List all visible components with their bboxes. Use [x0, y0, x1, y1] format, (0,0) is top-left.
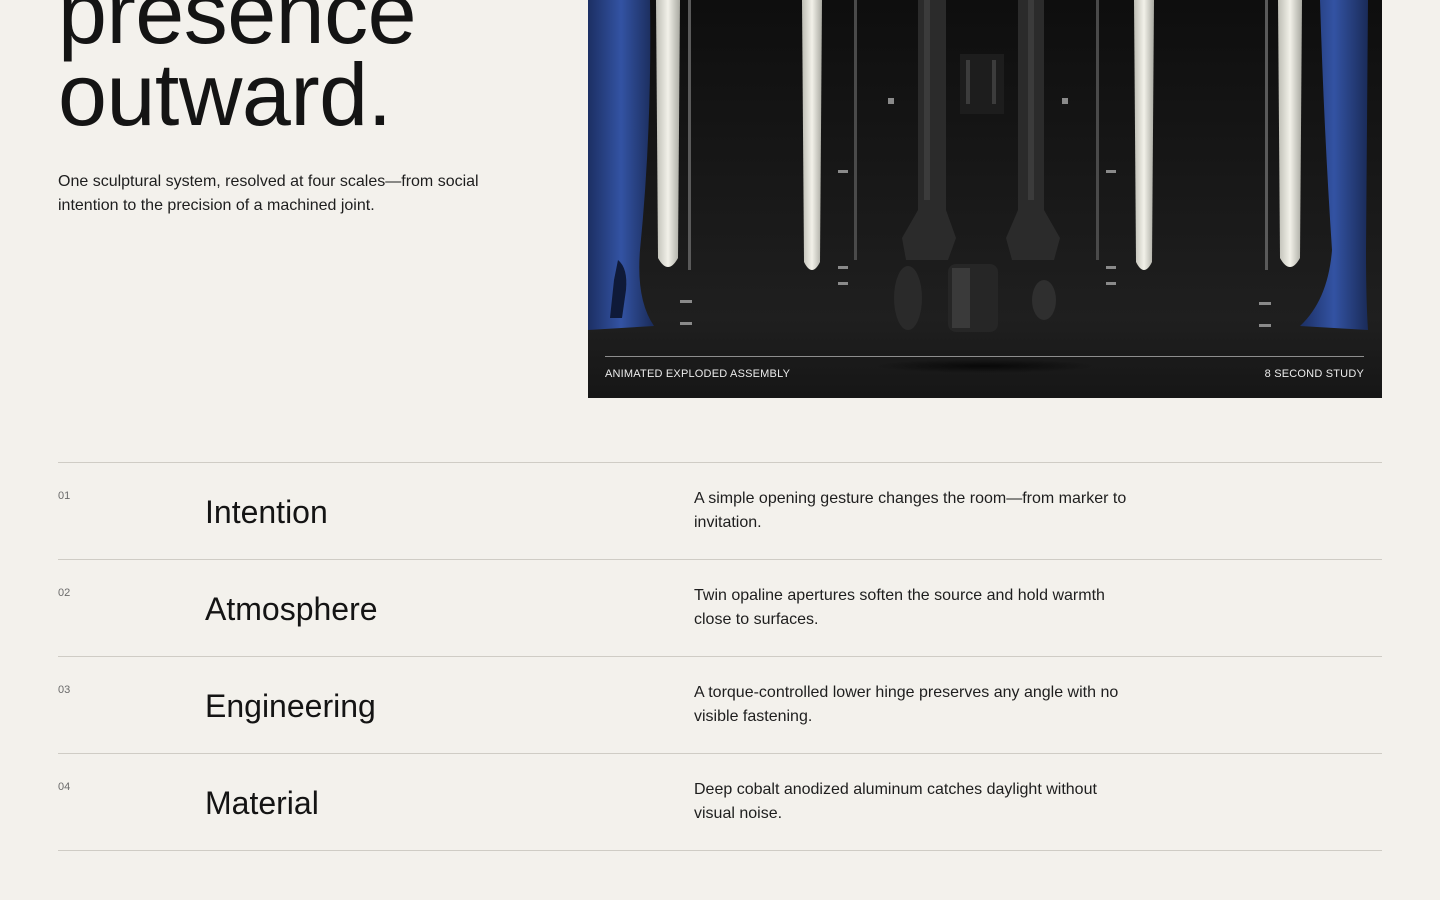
feature-number: 04: [58, 781, 71, 793]
hero-title: presence outward.: [58, 0, 417, 144]
feature-description: Twin opaline apertures soften the source…: [694, 587, 1105, 628]
feature-title: Atmosphere: [205, 591, 378, 627]
feature-description: Deep cobalt anodized aluminum catches da…: [694, 781, 1097, 822]
hero-title-line-2: outward.: [58, 45, 392, 144]
feature-row-material: 04 Material Deep cobalt anodized aluminu…: [58, 754, 1382, 851]
feature-title: Engineering: [205, 688, 376, 724]
feature-number: 02: [58, 587, 71, 599]
feature-title: Material: [205, 785, 319, 821]
feature-row-engineering: 03 Engineering A torque-controlled lower…: [58, 657, 1382, 754]
caption-study-duration: 8 SECOND STUDY: [1264, 368, 1364, 380]
feature-row-atmosphere: 02 Atmosphere Twin opaline apertures sof…: [58, 560, 1382, 657]
caption-animated-assembly: ANIMATED EXPLODED ASSEMBLY: [605, 368, 791, 380]
feature-description: A torque-controlled lower hinge preserve…: [694, 684, 1119, 725]
feature-description: A simple opening gesture changes the roo…: [694, 490, 1127, 531]
feature-title: Intention: [205, 494, 328, 530]
exploded-assembly-video[interactable]: ANIMATED EXPLODED ASSEMBLY 8 SECOND STUD…: [588, 0, 1382, 398]
feature-row-intention: 01 Intention A simple opening gesture ch…: [58, 463, 1382, 560]
exploded-assembly-illustration: [588, 0, 1382, 398]
feature-number: 01: [58, 490, 71, 502]
hero-subtitle: One sculptural system, resolved at four …: [58, 173, 479, 214]
caption-divider: [605, 356, 1364, 357]
feature-list: 01 Intention A simple opening gesture ch…: [58, 462, 1382, 851]
feature-number: 03: [58, 684, 71, 696]
